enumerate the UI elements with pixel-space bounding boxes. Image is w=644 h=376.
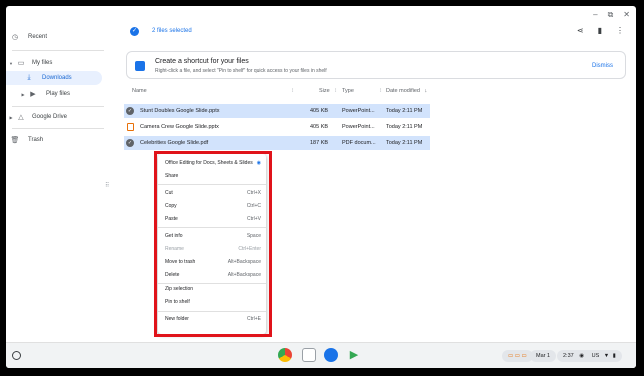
clock-time: 2:37 xyxy=(563,353,574,359)
file-name: Camera Crew Google Slide.pptx xyxy=(140,124,219,130)
divider xyxy=(12,50,104,51)
sidebar: ◷ Recent ▼ ▭ My files ⤓ Downloads ▶ ▶ Pl… xyxy=(6,22,110,342)
file-size: 187 KB xyxy=(310,140,329,146)
play-store-icon[interactable]: ▶ xyxy=(347,348,361,362)
file-type: PowerPoint... xyxy=(342,108,375,114)
column-header-name[interactable]: Name xyxy=(132,88,147,94)
download-icon: ⤓ xyxy=(27,74,31,81)
column-resize-icon[interactable]: ⁞ xyxy=(380,88,382,94)
highlight-box xyxy=(154,151,272,337)
expand-arrow-icon[interactable]: ▼ xyxy=(8,61,14,66)
sidebar-item-label: Play files xyxy=(46,91,71,97)
files-app-window: – ⧉ ✕ ◷ Recent ▼ ▭ My files ⤓ Downloads … xyxy=(6,6,636,368)
sidebar-item-label: Trash xyxy=(28,137,44,143)
keyboard-locale: US xyxy=(591,353,600,359)
collapse-arrow-icon[interactable]: ▶ xyxy=(20,92,26,97)
check-icon[interactable]: ✓ xyxy=(126,139,134,147)
sidebar-item-downloads[interactable]: ⤓ Downloads xyxy=(6,71,102,85)
delete-icon[interactable]: ▮ xyxy=(598,26,602,35)
launcher-icon[interactable] xyxy=(12,351,21,360)
file-row[interactable]: ✓ Stunt Doubles Google Slide.pptx 405 KB… xyxy=(124,104,430,118)
battery-icon: ▮ xyxy=(612,353,616,359)
check-icon[interactable]: ✓ xyxy=(126,107,134,115)
file-size: 405 KB xyxy=(310,124,329,130)
chrome-icon[interactable] xyxy=(278,348,292,362)
divider xyxy=(12,128,104,129)
sidebar-item-my-files[interactable]: ▼ ▭ My files xyxy=(8,56,52,70)
slides-file-icon xyxy=(127,123,134,131)
file-date: Today 2:11 PM xyxy=(386,108,423,114)
sidebar-item-label: Downloads xyxy=(42,75,72,81)
sidebar-item-google-drive[interactable]: ▶ △ Google Drive xyxy=(8,110,67,124)
selection-check-icon[interactable]: ✓ xyxy=(130,27,139,36)
shelf: ▶ ▭ ▭ ▭ Mar 1 2:37 ◉ US ▼ ▮ xyxy=(6,342,636,368)
collapse-arrow-icon[interactable]: ▶ xyxy=(8,115,14,120)
file-row[interactable]: ✓ Celebrities Google Slide.pdf 187 KB PD… xyxy=(124,136,430,150)
play-icon: ▶ xyxy=(30,91,36,98)
files-app-icon[interactable] xyxy=(324,348,338,362)
sidebar-item-trash[interactable]: 🗑 Trash xyxy=(10,133,44,147)
camera-app-icon[interactable] xyxy=(302,348,316,362)
sidebar-item-recent[interactable]: ◷ Recent xyxy=(10,30,47,44)
more-options-icon[interactable]: ⋮ xyxy=(616,26,624,35)
file-date: Today 2:11 PM xyxy=(386,124,423,130)
drag-handle-icon[interactable]: ⠿ xyxy=(105,182,109,189)
wifi-icon: ▼ xyxy=(603,353,610,359)
column-header-label: Date modified xyxy=(386,88,420,94)
column-resize-icon[interactable]: ⁞ xyxy=(335,88,337,94)
sidebar-item-label: Google Drive xyxy=(32,114,68,120)
banner-title: Create a shortcut for your files xyxy=(155,58,249,65)
share-icon[interactable]: ⋖ xyxy=(577,26,584,35)
sidebar-item-play-files[interactable]: ▶ ▶ Play files xyxy=(20,87,70,101)
notification-icon: ◉ xyxy=(579,353,585,359)
status-area[interactable]: 2:37 ◉ US ▼ ▮ xyxy=(557,350,622,362)
sort-arrow-icon: ↓ xyxy=(424,88,428,94)
banner-subtitle: Right-click a file, and select "Pin to s… xyxy=(155,68,327,74)
date-pod[interactable]: Mar 1 xyxy=(530,350,557,362)
sidebar-item-label: My files xyxy=(32,60,53,66)
dismiss-button[interactable]: Dismiss xyxy=(592,63,613,69)
laptop-icon: ▭ xyxy=(17,60,25,67)
toolbar: ⋖ ▮ ⋮ xyxy=(577,26,624,35)
drive-icon: △ xyxy=(18,114,24,121)
divider xyxy=(12,106,104,107)
column-resize-icon[interactable]: ⁞ xyxy=(292,88,294,94)
column-header-date[interactable]: Date modified ↓ xyxy=(386,88,427,94)
selection-count: 2 files selected xyxy=(152,28,192,34)
column-header-size[interactable]: Size xyxy=(319,88,330,94)
file-name: Stunt Doubles Google Slide.pptx xyxy=(140,108,220,114)
trash-icon: 🗑 xyxy=(10,137,20,144)
sidebar-item-label: Recent xyxy=(28,34,48,40)
shortcut-banner: Create a shortcut for your files Right-c… xyxy=(126,51,626,79)
file-size: 405 KB xyxy=(310,108,329,114)
clock-icon: ◷ xyxy=(11,34,19,41)
file-type: PDF docum... xyxy=(342,140,376,146)
shelf-icon xyxy=(135,61,145,71)
file-date: Today 2:11 PM xyxy=(386,140,423,146)
file-row[interactable]: Camera Crew Google Slide.pptx 405 KB Pow… xyxy=(124,120,430,134)
file-name: Celebrities Google Slide.pdf xyxy=(140,140,209,146)
file-type: PowerPoint... xyxy=(342,124,375,130)
column-header-type[interactable]: Type xyxy=(342,88,354,94)
holding-space-icons[interactable]: ▭ ▭ ▭ xyxy=(502,350,533,362)
